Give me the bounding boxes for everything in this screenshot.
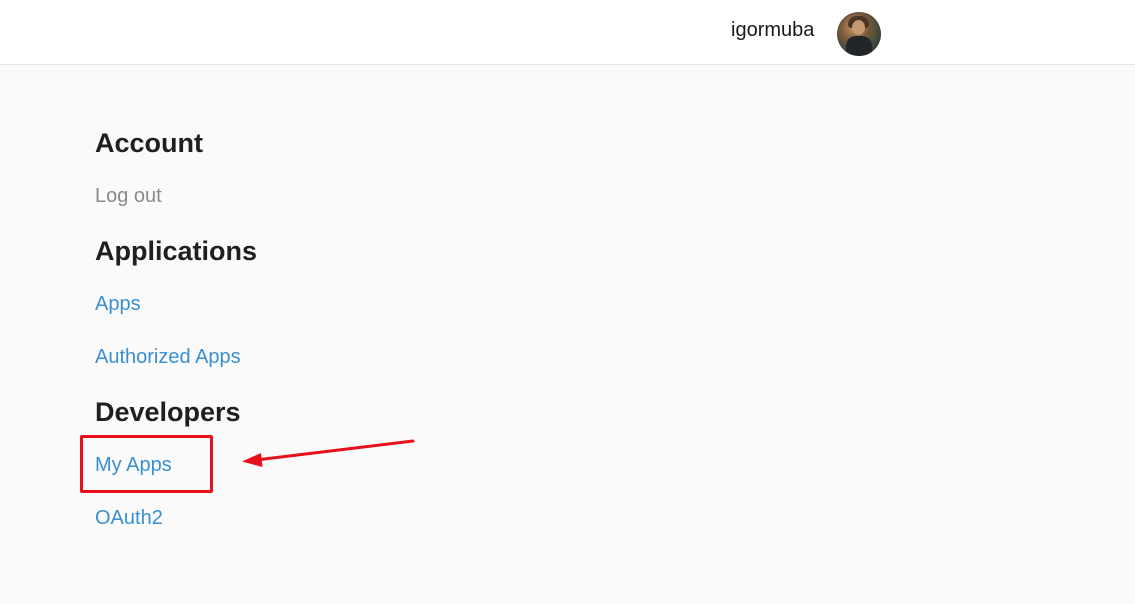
section-heading-account: Account [95, 128, 203, 158]
section-heading-applications: Applications [95, 236, 258, 266]
menu-item-authorized-apps[interactable]: Authorized Apps [95, 344, 241, 370]
top-navigation-bar: igormuba [0, 0, 1135, 65]
avatar-body-shape [846, 36, 872, 56]
user-avatar-icon[interactable] [837, 12, 881, 56]
menu-item-log-out[interactable]: Log out [95, 183, 162, 209]
avatar-face-shape [852, 20, 865, 35]
username-label[interactable]: igormuba [731, 18, 814, 42]
section-heading-developers: Developers [95, 397, 241, 427]
annotation-highlight-box [80, 435, 213, 493]
annotation-arrow-icon [242, 439, 415, 467]
menu-item-oauth2[interactable]: OAuth2 [95, 505, 163, 531]
menu-item-apps[interactable]: Apps [95, 291, 141, 317]
